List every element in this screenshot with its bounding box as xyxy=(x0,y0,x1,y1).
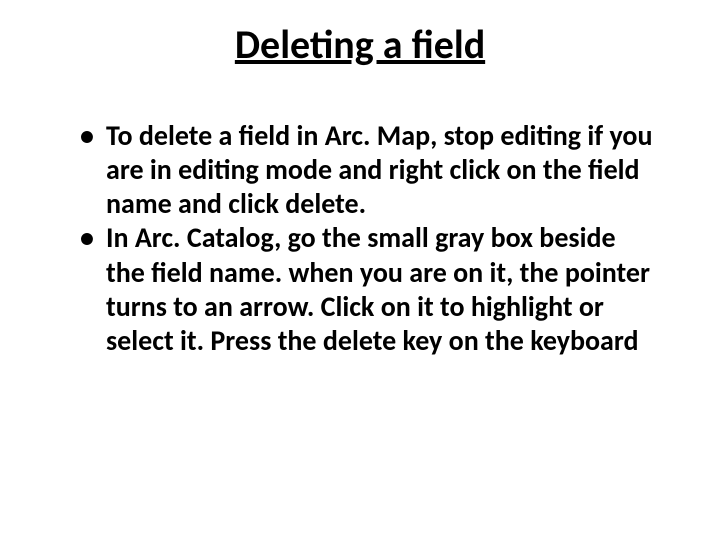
list-item: To delete a field in Arc. Map, stop edit… xyxy=(80,119,660,221)
slide: Deleting a field To delete a field in Ar… xyxy=(0,0,720,540)
bullet-list: To delete a field in Arc. Map, stop edit… xyxy=(50,119,670,358)
slide-title: Deleting a field xyxy=(50,20,670,69)
list-item: In Arc. Catalog, go the small gray box b… xyxy=(80,221,660,358)
